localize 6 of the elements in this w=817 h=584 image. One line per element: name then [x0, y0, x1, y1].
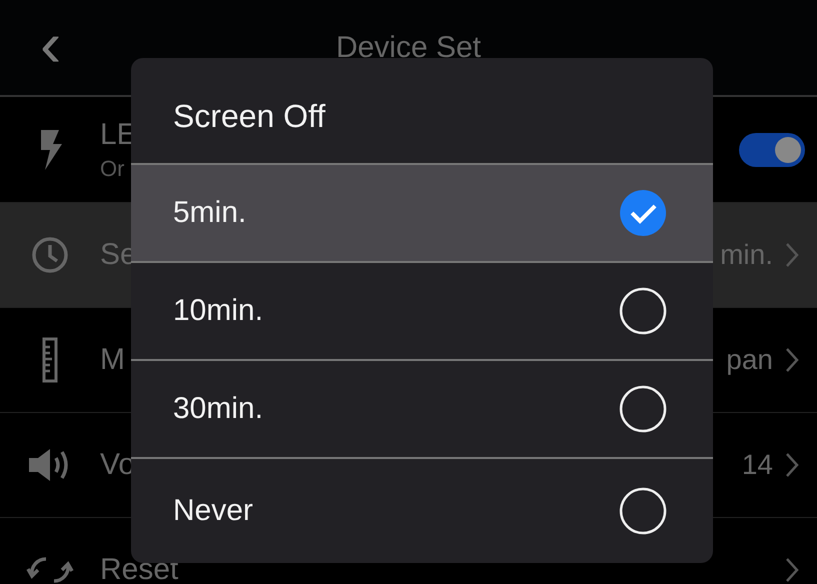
setting-label: M: [100, 343, 126, 377]
setting-label: Reset: [100, 553, 180, 584]
setting-value: 14: [742, 449, 773, 481]
setting-value: min.: [720, 239, 773, 271]
setting-value: pan: [726, 344, 773, 376]
setting-status: Or: [100, 156, 126, 182]
